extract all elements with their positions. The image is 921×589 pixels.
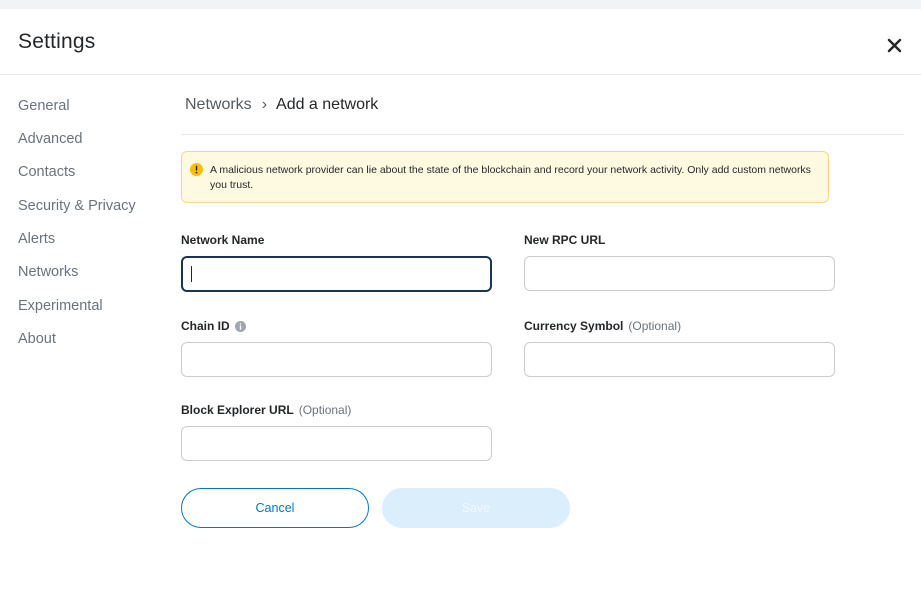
text-caret bbox=[191, 266, 192, 282]
sidebar-item-contacts[interactable]: Contacts bbox=[18, 164, 75, 180]
chain-id-label: Chain ID bbox=[181, 319, 246, 333]
close-button[interactable] bbox=[880, 32, 910, 58]
sidebar-item-security-privacy[interactable]: Security & Privacy bbox=[18, 198, 136, 214]
optional-tag: (Optional) bbox=[298, 403, 352, 417]
chain-id-label-text: Chain ID bbox=[181, 319, 230, 333]
settings-header: Settings bbox=[0, 9, 921, 75]
sidebar-item-alerts[interactable]: Alerts bbox=[18, 231, 55, 247]
sidebar-item-advanced[interactable]: Advanced bbox=[18, 131, 83, 147]
info-icon[interactable] bbox=[234, 320, 246, 332]
sidebar-item-about[interactable]: About bbox=[18, 331, 56, 347]
currency-symbol-label-text: Currency Symbol bbox=[524, 319, 624, 333]
block-explorer-label-text: Block Explorer URL bbox=[181, 403, 294, 417]
sidebar-item-general[interactable]: General bbox=[18, 98, 70, 114]
warning-icon bbox=[190, 163, 203, 176]
warning-text: A malicious network provider can lie abo… bbox=[210, 164, 811, 191]
rpc-url-label: New RPC URL bbox=[524, 233, 605, 247]
currency-symbol-input[interactable] bbox=[524, 342, 835, 377]
breadcrumb-current: Add a network bbox=[276, 96, 379, 113]
window-top-strip bbox=[0, 0, 921, 9]
breadcrumb-divider bbox=[181, 134, 904, 135]
breadcrumb: Networks › Add a network bbox=[185, 96, 378, 114]
network-name-label: Network Name bbox=[181, 233, 264, 247]
sidebar-item-experimental[interactable]: Experimental bbox=[18, 298, 103, 314]
chevron-right-icon: › bbox=[261, 96, 268, 113]
network-name-label-text: Network Name bbox=[181, 233, 265, 247]
rpc-url-label-text: New RPC URL bbox=[524, 233, 606, 247]
save-button[interactable]: Save bbox=[382, 488, 570, 528]
network-name-input[interactable] bbox=[181, 256, 492, 292]
block-explorer-input[interactable] bbox=[181, 426, 492, 461]
chain-id-input[interactable] bbox=[181, 342, 492, 377]
sidebar-item-networks[interactable]: Networks bbox=[18, 264, 78, 280]
block-explorer-label: Block Explorer URL (Optional) bbox=[181, 403, 351, 417]
optional-tag: (Optional) bbox=[628, 319, 682, 333]
currency-symbol-label: Currency Symbol (Optional) bbox=[524, 319, 681, 333]
rpc-url-input[interactable] bbox=[524, 256, 835, 291]
breadcrumb-networks-link[interactable]: Networks bbox=[185, 96, 252, 114]
cancel-button[interactable]: Cancel bbox=[181, 488, 369, 528]
warning-banner: A malicious network provider can lie abo… bbox=[181, 151, 829, 203]
close-icon bbox=[887, 38, 902, 53]
page-title: Settings bbox=[18, 30, 96, 53]
